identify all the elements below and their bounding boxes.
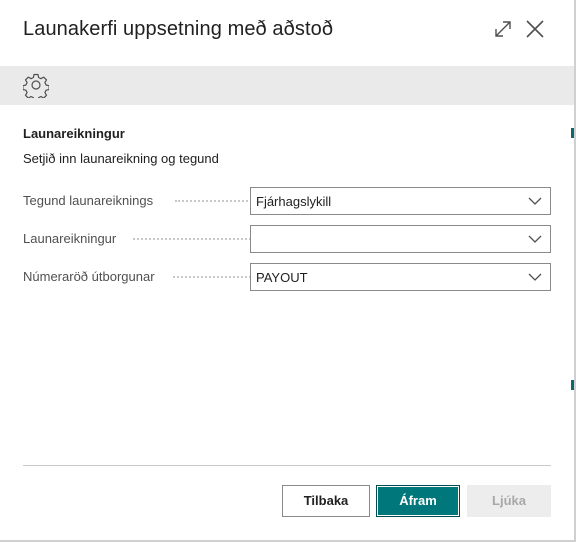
background-edge-mark bbox=[571, 380, 574, 390]
close-button[interactable] bbox=[524, 18, 546, 40]
field-row-payout-series: Númeraröð útborgunar PAYOUT bbox=[23, 263, 551, 291]
field-label: Númeraröð útborgunar bbox=[23, 269, 155, 284]
expand-diagonal-icon bbox=[495, 21, 511, 37]
gear-icon bbox=[23, 73, 49, 98]
label-leader-dots bbox=[133, 238, 259, 240]
account-type-select[interactable]: Fjárhagslykill bbox=[250, 187, 551, 215]
footer-divider bbox=[23, 465, 551, 466]
finish-button[interactable]: Ljúka bbox=[467, 485, 551, 517]
action-toolbar bbox=[0, 66, 574, 105]
assisted-setup-dialog: Launakerfi uppsetning með aðstoð Launare… bbox=[0, 0, 576, 542]
close-x-icon bbox=[526, 20, 544, 38]
background-edge-mark bbox=[571, 128, 574, 138]
section-title: Launareikningur bbox=[23, 126, 125, 141]
chevron-down-icon bbox=[528, 234, 542, 244]
payout-number-series-select[interactable]: PAYOUT bbox=[250, 263, 551, 291]
back-button[interactable]: Tilbaka bbox=[282, 485, 370, 517]
label-leader-dots bbox=[173, 276, 259, 278]
chevron-down-icon bbox=[528, 196, 542, 206]
select-value: Fjárhagslykill bbox=[256, 194, 332, 209]
label-leader-dots bbox=[175, 200, 259, 202]
expand-button[interactable] bbox=[492, 18, 514, 40]
field-row-payroll-account: Launareikningur bbox=[23, 225, 551, 253]
dialog-title: Launakerfi uppsetning með aðstoð bbox=[23, 18, 334, 40]
field-label: Tegund launareiknings bbox=[23, 193, 154, 208]
payroll-account-select[interactable] bbox=[250, 225, 551, 253]
section-description: Setjið inn launareikning og tegund bbox=[23, 151, 219, 166]
next-button[interactable]: Áfram bbox=[376, 485, 460, 517]
select-value: PAYOUT bbox=[256, 270, 308, 285]
field-label: Launareikningur bbox=[23, 231, 117, 246]
field-row-account-type: Tegund launareiknings Fjárhagslykill bbox=[23, 187, 551, 215]
settings-button[interactable] bbox=[23, 72, 49, 98]
chevron-down-icon bbox=[528, 272, 542, 282]
